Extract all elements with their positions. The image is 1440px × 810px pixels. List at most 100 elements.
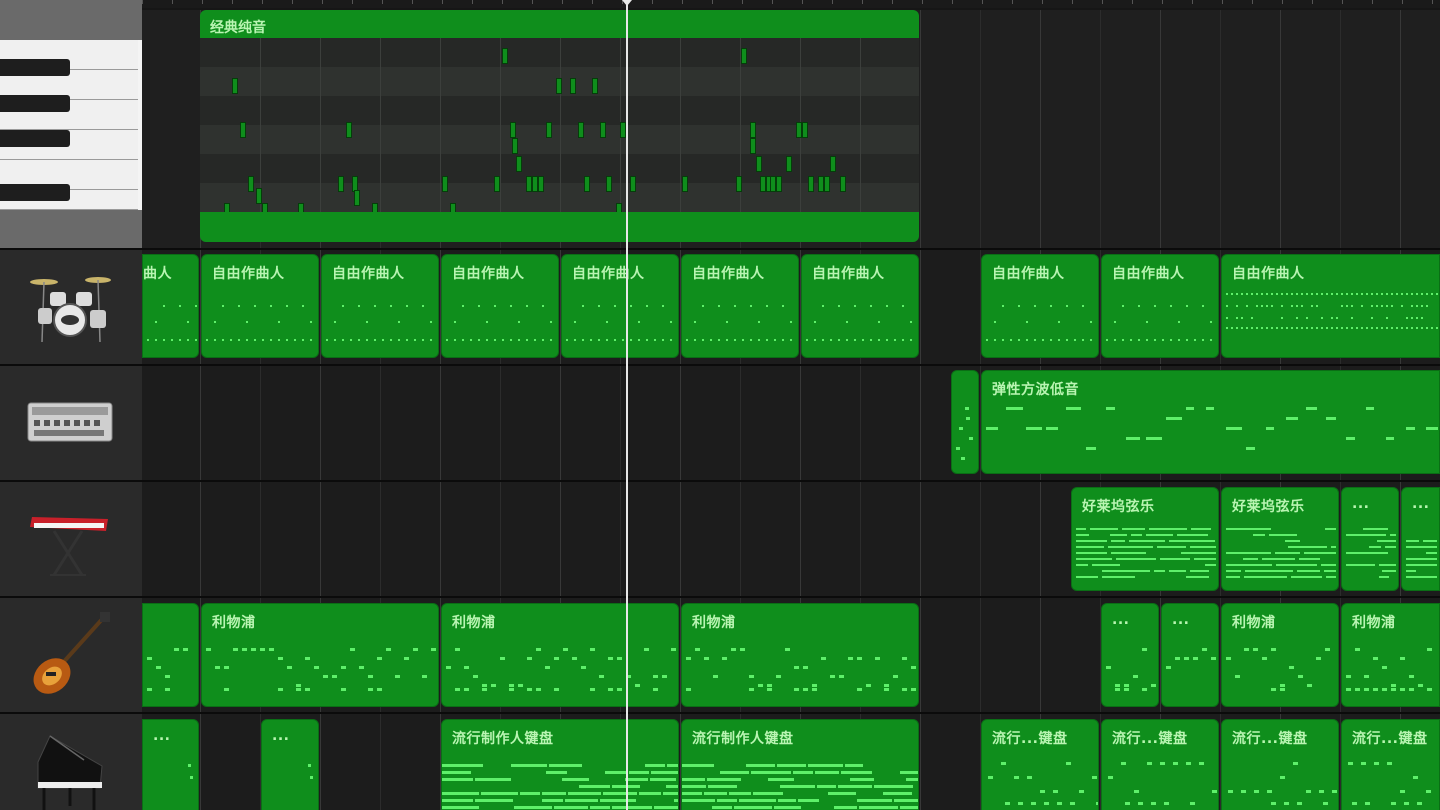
strings-region[interactable]: ...	[1401, 487, 1440, 591]
midi-note[interactable]	[248, 176, 254, 192]
midi-note[interactable]	[606, 176, 612, 192]
synth-bass-region[interactable]	[951, 370, 979, 474]
strings-region[interactable]: ...	[1341, 487, 1399, 591]
drum-region[interactable]: 自由作曲人	[801, 254, 919, 358]
midi-note[interactable]	[538, 176, 544, 192]
region-note	[238, 339, 240, 341]
piano-region[interactable]: 经典纯音	[200, 10, 919, 242]
midi-note[interactable]	[630, 176, 636, 192]
region-note	[857, 799, 892, 802]
region-note	[817, 785, 836, 788]
midi-note[interactable]	[510, 122, 516, 138]
midi-note[interactable]	[808, 176, 814, 192]
grand-piano-icon[interactable]	[20, 726, 120, 810]
timeline-ruler[interactable]	[142, 0, 1440, 8]
midi-note[interactable]	[516, 156, 522, 172]
midi-note[interactable]	[346, 122, 352, 138]
bass-region[interactable]: 利物浦	[201, 603, 439, 707]
drum-region[interactable]: 自由作曲人	[1221, 254, 1440, 358]
region-note	[536, 688, 541, 691]
keys-pattern	[143, 720, 198, 810]
keys-region[interactable]: 流行...键盘	[981, 719, 1099, 810]
bass-region[interactable]: 利物浦	[441, 603, 679, 707]
bass-region[interactable]: ...	[1161, 603, 1219, 707]
midi-note[interactable]	[502, 48, 508, 64]
region-note	[639, 792, 661, 795]
region-note	[1066, 305, 1068, 307]
midi-note[interactable]	[570, 78, 576, 94]
midi-note[interactable]	[600, 122, 606, 138]
midi-note[interactable]	[830, 156, 836, 172]
electric-bass-icon[interactable]	[20, 610, 120, 700]
drum-machine-icon[interactable]	[20, 378, 120, 468]
midi-note[interactable]	[682, 176, 688, 192]
playhead-handle[interactable]	[622, 0, 632, 6]
piano-roll-grid[interactable]	[200, 38, 919, 219]
midi-note[interactable]	[750, 138, 756, 154]
keys-region[interactable]: 流行...键盘	[1101, 719, 1219, 810]
midi-note[interactable]	[786, 156, 792, 172]
region-note	[1306, 317, 1308, 319]
keys-region[interactable]: ...	[261, 719, 319, 810]
piano-region-header[interactable]: 经典纯音	[200, 10, 919, 38]
piano-region-footer[interactable]	[200, 212, 919, 242]
midi-note[interactable]	[232, 78, 238, 94]
keys-region[interactable]: ...	[142, 719, 199, 810]
region-note	[1280, 688, 1285, 691]
midi-note[interactable]	[824, 176, 830, 192]
midi-note[interactable]	[592, 78, 598, 94]
midi-note[interactable]	[584, 176, 590, 192]
drum-region[interactable]: 自由作曲人	[441, 254, 559, 358]
midi-note[interactable]	[756, 156, 762, 172]
midi-note[interactable]	[840, 176, 846, 192]
bass-region[interactable]: 利物浦	[1221, 603, 1339, 707]
bass-region[interactable]: 利物浦	[1341, 603, 1440, 707]
midi-note[interactable]	[776, 176, 782, 192]
bass-region[interactable]: ...	[1101, 603, 1159, 707]
region-note	[147, 688, 152, 691]
piano-keys-icon[interactable]	[0, 40, 142, 210]
region-note	[350, 339, 352, 341]
midi-note[interactable]	[578, 122, 584, 138]
midi-note[interactable]	[741, 48, 747, 64]
midi-note[interactable]	[750, 122, 756, 138]
midi-note[interactable]	[736, 176, 742, 192]
region-note	[1341, 305, 1343, 307]
keys-region[interactable]: 流行...键盘	[1341, 719, 1440, 810]
region-note	[1271, 648, 1276, 651]
grid-line	[380, 38, 381, 212]
region-note	[1231, 327, 1233, 329]
strings-region[interactable]: 好莱坞弦乐	[1221, 487, 1339, 591]
playhead[interactable]	[626, 0, 628, 810]
drum-region[interactable]: 曲人	[142, 254, 199, 358]
midi-note[interactable]	[442, 176, 448, 192]
midi-note[interactable]	[338, 176, 344, 192]
drum-region[interactable]: 自由作曲人	[321, 254, 439, 358]
midi-note[interactable]	[556, 78, 562, 94]
drum-region[interactable]: 自由作曲人	[681, 254, 799, 358]
bass-region[interactable]: 利物浦	[681, 603, 919, 707]
midi-note[interactable]	[240, 122, 246, 138]
drum-kit-icon[interactable]	[20, 262, 120, 352]
drum-region[interactable]: 自由作曲人	[561, 254, 679, 358]
bass-region[interactable]	[142, 603, 199, 707]
midi-note[interactable]	[802, 122, 808, 138]
red-synth-keyboard-icon[interactable]	[20, 495, 120, 585]
strings-region[interactable]: 好莱坞弦乐	[1071, 487, 1219, 591]
synth-bass-region[interactable]: 弹性方波低音	[981, 370, 1440, 474]
drum-region[interactable]: 自由作曲人	[1101, 254, 1219, 358]
keys-region[interactable]: 流行...键盘	[1221, 719, 1339, 810]
drum-region[interactable]: 自由作曲人	[201, 254, 319, 358]
region-note	[1293, 762, 1298, 765]
region-note	[1306, 327, 1308, 329]
keys-region[interactable]: 流行制作人键盘	[441, 719, 679, 810]
ruler-tick	[1192, 0, 1193, 4]
region-note	[1186, 762, 1191, 765]
midi-note[interactable]	[494, 176, 500, 192]
midi-note[interactable]	[256, 188, 262, 204]
drum-region[interactable]: 自由作曲人	[981, 254, 1099, 358]
keys-region[interactable]: 流行制作人键盘	[681, 719, 919, 810]
midi-note[interactable]	[546, 122, 552, 138]
midi-note[interactable]	[354, 190, 360, 206]
midi-note[interactable]	[512, 138, 518, 154]
